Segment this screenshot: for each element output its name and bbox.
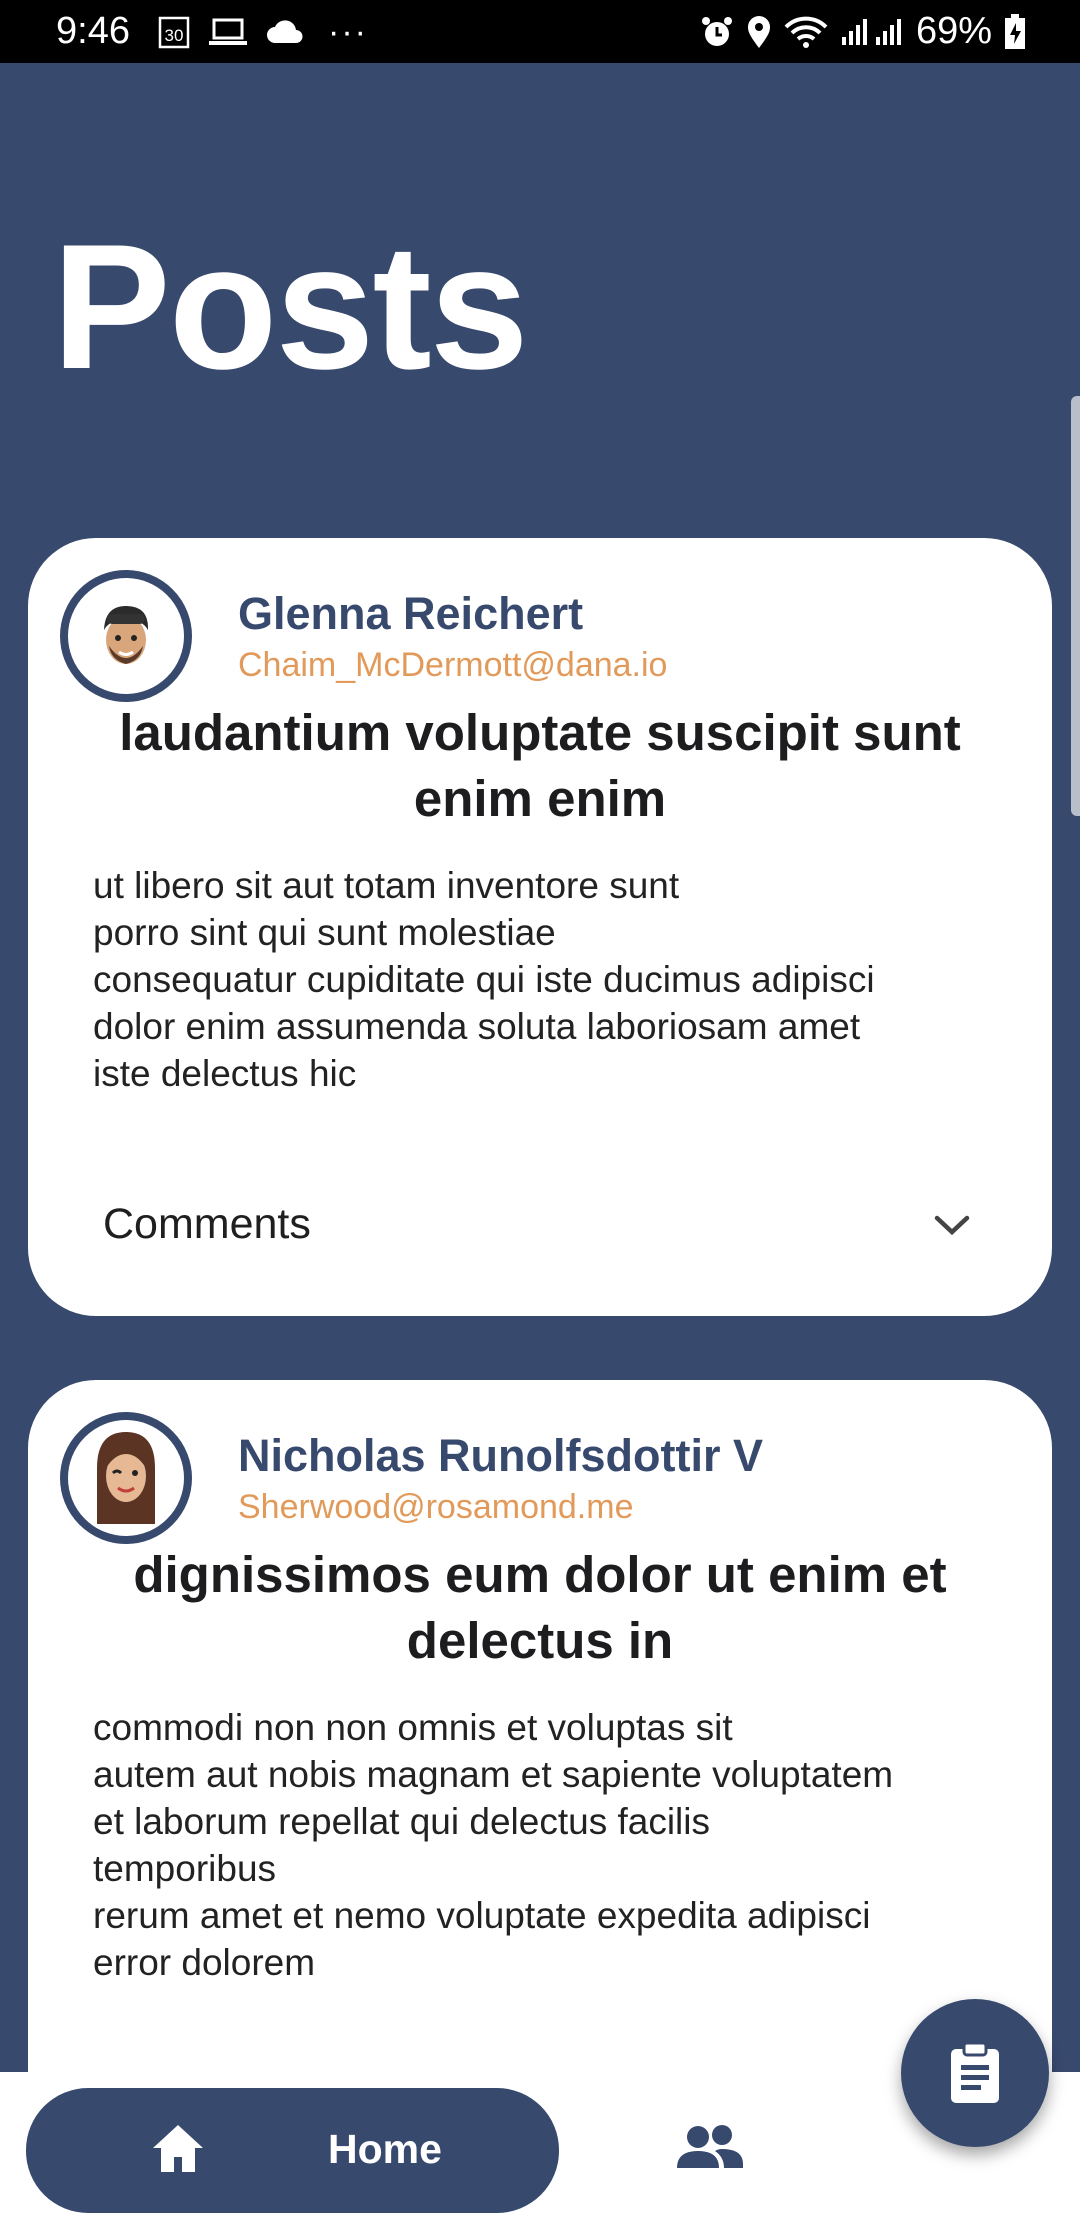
location-icon <box>746 15 772 49</box>
status-bar: 9:46 30 ··· 69% <box>0 0 1080 63</box>
battery-icon <box>1004 13 1026 50</box>
status-time: 9:46 <box>56 10 130 52</box>
comments-label: Comments <box>103 1200 311 1248</box>
status-left-icons: 30 ··· <box>158 12 368 51</box>
people-icon[interactable] <box>676 2124 744 2170</box>
author-email[interactable]: Sherwood@rosamond.me <box>238 1488 633 1527</box>
author-name[interactable]: Nicholas Runolfsdottir V <box>238 1430 763 1482</box>
memoji-man-icon <box>104 606 149 664</box>
author-name[interactable]: Glenna Reichert <box>238 588 583 640</box>
calendar-icon: 30 <box>158 15 190 49</box>
cloud-icon <box>266 19 304 45</box>
nav-home-label: Home <box>328 2126 442 2172</box>
battery-percent: 69% <box>915 10 992 52</box>
page-title: Posts <box>52 207 529 406</box>
alarm-icon <box>700 15 734 49</box>
avatar[interactable] <box>60 1412 192 1544</box>
status-right-icons: 69% <box>700 10 1026 53</box>
post-card: Glenna Reichert Chaim_McDermott@dana.io … <box>28 538 1052 1316</box>
chevron-down-icon <box>934 1215 970 1236</box>
post-body: commodi non non omnis et voluptas sit au… <box>93 1707 894 1983</box>
nav-home-tab[interactable]: Home <box>26 2088 559 2213</box>
scrollbar[interactable] <box>1071 396 1080 816</box>
avatar[interactable] <box>60 570 192 702</box>
clipboard-icon <box>951 2041 999 2103</box>
comments-expander[interactable]: Comments <box>28 1176 1052 1272</box>
signal-icon <box>840 17 904 47</box>
more-icon: ··· <box>328 12 368 51</box>
calendar-badge-text: 30 <box>165 26 184 45</box>
posts-fab-button[interactable] <box>901 1999 1049 2147</box>
post-body: ut libero sit aut totam inventore sunt p… <box>93 865 875 1094</box>
wifi-icon <box>784 15 828 49</box>
post-title: laudantium voluptate suscipit sunt enim … <box>119 704 961 827</box>
home-icon <box>153 2125 203 2172</box>
post-title: dignissimos eum dolor ut enim et delectu… <box>133 1546 947 1669</box>
laptop-icon <box>208 17 248 47</box>
memoji-woman-icon <box>97 1432 155 1524</box>
author-email[interactable]: Chaim_McDermott@dana.io <box>238 646 667 685</box>
